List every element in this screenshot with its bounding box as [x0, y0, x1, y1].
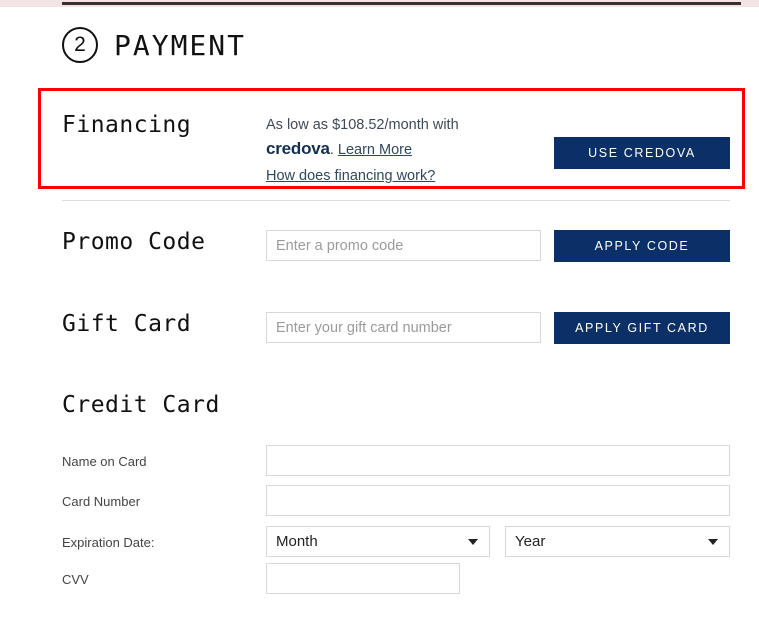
expiration-month-select[interactable]: Month: [266, 526, 490, 557]
section-title-payment: PAYMENT: [114, 28, 247, 62]
chevron-down-icon: [468, 538, 478, 545]
step-number-badge: 2: [62, 27, 98, 63]
chevron-down-icon: [708, 538, 718, 545]
how-financing-works-link[interactable]: How does financing work?: [266, 168, 435, 184]
financing-offer-line: As low as $108.52/month with: [266, 117, 459, 133]
how-financing-works-block: How does financing work?: [266, 168, 435, 184]
page-title: 2 PAYMENT: [62, 27, 246, 63]
name-on-card-label: Name on Card: [62, 454, 147, 469]
apply-code-button[interactable]: APPLY CODE: [554, 230, 730, 262]
top-horizontal-rule: [62, 2, 741, 5]
card-number-input[interactable]: [266, 485, 730, 516]
gift-card-label: Gift Card: [62, 311, 192, 337]
section-divider: [62, 200, 730, 201]
gift-card-input[interactable]: [266, 312, 541, 343]
promo-code-label: Promo Code: [62, 229, 206, 255]
credova-logo: credova: [266, 139, 330, 158]
payment-page: 2 PAYMENT Financing As low as $108.52/mo…: [0, 7, 759, 630]
credova-period: .: [329, 142, 334, 158]
expiration-date-label: Expiration Date:: [62, 535, 155, 550]
financing-label: Financing: [62, 112, 192, 138]
credit-card-label: Credit Card: [62, 392, 220, 418]
cvv-label: CVV: [62, 572, 89, 587]
use-credova-button[interactable]: USE CREDOVA: [554, 137, 730, 169]
apply-gift-card-button[interactable]: APPLY GIFT CARD: [554, 312, 730, 344]
expiration-month-value: Month: [276, 533, 318, 550]
financing-offer-text: As low as $108.52/month with credova. Le…: [266, 114, 546, 162]
promo-code-input[interactable]: [266, 230, 541, 261]
name-on-card-input[interactable]: [266, 445, 730, 476]
expiration-year-select[interactable]: Year: [505, 526, 730, 557]
card-number-label: Card Number: [62, 494, 141, 509]
cvv-input[interactable]: [266, 563, 460, 594]
expiration-year-value: Year: [515, 533, 546, 550]
learn-more-link[interactable]: Learn More: [338, 142, 412, 158]
